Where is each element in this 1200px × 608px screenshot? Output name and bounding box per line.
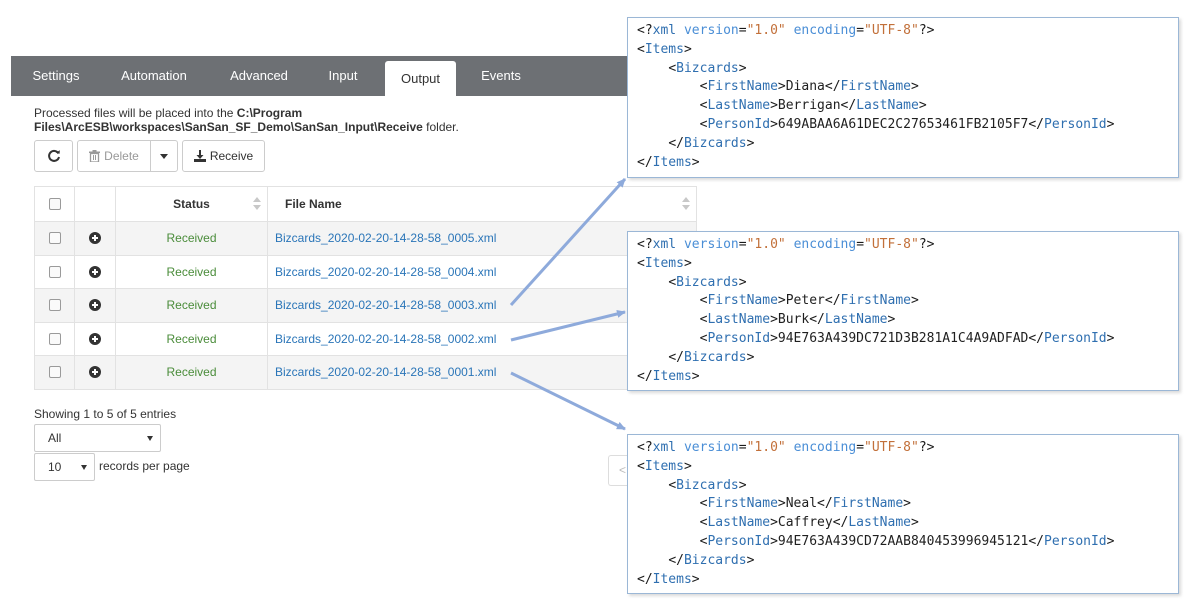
xml-declaration: <?xml version="1.0" encoding="UTF-8"?>	[637, 440, 935, 455]
xml-line: <PersonId>649ABAA6A61DEC2C27653461FB2105…	[699, 116, 1115, 132]
xml-line: <Items>	[637, 255, 692, 271]
xml-line: <Bizcards>	[668, 274, 747, 290]
xml-person-id: 94E763A439DC721D3B281A1C4A9ADFAD	[777, 330, 1029, 346]
xml-line: <PersonId>94E763A439CD72AAB8404539969451…	[699, 533, 1115, 549]
xml-line: <PersonId>94E763A439DC721D3B281A1C4A9ADF…	[699, 330, 1115, 346]
xml-line: </Bizcards>	[668, 135, 755, 151]
xml-line: </Bizcards>	[668, 349, 755, 365]
xml-line: </Items>	[637, 154, 700, 170]
xml-person-id: 649ABAA6A61DEC2C27653461FB2105F7	[777, 116, 1029, 132]
xml-preview-neal: <?xml version="1.0" encoding="UTF-8"?> <…	[627, 434, 1179, 594]
xml-line: <FirstName>Diana</FirstName>	[699, 79, 919, 95]
xml-line: </Items>	[637, 368, 700, 384]
xml-line: <Items>	[637, 41, 692, 57]
xml-first-name: Neal	[785, 496, 818, 512]
xml-line: <FirstName>Peter</FirstName>	[699, 293, 919, 309]
arrow-file-0001-to-xml	[510, 371, 626, 431]
xml-line: <Bizcards>	[668, 60, 747, 76]
xml-last-name: Caffrey	[777, 515, 833, 531]
xml-last-name: Berrigan	[777, 98, 841, 114]
xml-line: <LastName>Berrigan</LastName>	[699, 98, 927, 114]
xml-first-name: Diana	[785, 79, 825, 95]
xml-preview-peter: <?xml version="1.0" encoding="UTF-8"?> <…	[627, 231, 1179, 391]
xml-declaration: <?xml version="1.0" encoding="UTF-8"?>	[637, 23, 935, 38]
xml-line: </Bizcards>	[668, 552, 755, 568]
arrow-file-0003-to-xml	[509, 177, 627, 307]
xml-last-name: Burk	[777, 312, 810, 328]
xml-line: </Items>	[637, 571, 700, 587]
xml-line: <LastName>Burk</LastName>	[699, 312, 896, 328]
xml-line: <Bizcards>	[668, 477, 747, 493]
xml-declaration: <?xml version="1.0" encoding="UTF-8"?>	[637, 237, 935, 252]
arrow-file-0002-to-xml	[510, 310, 626, 342]
xml-first-name: Peter	[785, 293, 825, 309]
xml-person-id: 94E763A439CD72AAB840453996945121	[777, 533, 1029, 549]
xml-line: <Items>	[637, 458, 692, 474]
xml-line: <FirstName>Neal</FirstName>	[699, 496, 911, 512]
xml-preview-diana: <?xml version="1.0" encoding="UTF-8"?> <…	[627, 17, 1179, 178]
xml-line: <LastName>Caffrey</LastName>	[699, 515, 919, 531]
